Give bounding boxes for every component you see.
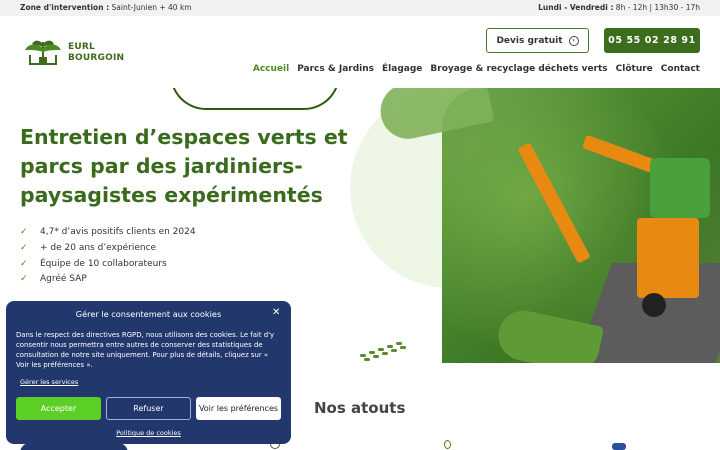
nav-item-elagage[interactable]: Élagage [382,64,422,74]
cookie-consent-modal: Gérer le consentement aux cookies ✕ Dans… [6,301,291,444]
check-text: + de 20 ans d’expérience [40,242,157,253]
logo-text: EURL BOURGOIN [68,42,124,64]
decorative-curve [170,88,340,110]
phone-number: 05 55 02 28 91 [608,35,696,46]
zone-value: Saint-Junien + 40 km [111,3,192,12]
machine-cab [650,158,710,218]
devis-button[interactable]: Devis gratuit › [486,28,589,53]
check-text: 4,7* d’avis positifs clients en 2024 [40,227,196,237]
hero-checklist: ✓ 4,7* d’avis positifs clients en 2024 ✓ +… [20,225,196,288]
close-icon[interactable]: ✕ [272,307,280,318]
preferences-button[interactable]: Voir les préférences [196,397,281,420]
main-nav: Accueil Parcs & Jardins Élagage Broyage … [253,64,700,74]
feature-icon-2 [444,440,451,449]
tree-logo-icon [25,40,61,65]
check-item: ✓ 4,7* d’avis positifs clients en 2024 [20,225,196,241]
devis-label: Devis gratuit [496,35,563,46]
refuse-button[interactable]: Refuser [106,397,191,420]
check-icon: ✓ [20,274,28,285]
hours-info: Lundi - Vendredi : 8h - 12h | 13h30 - 17… [538,0,700,16]
hero-title: Entretien d’espaces verts et parcs par d… [20,125,348,207]
check-text: Agréé SAP [40,274,87,285]
site-logo[interactable]: EURL BOURGOIN [22,38,124,68]
top-info-bar: Zone d'intervention : Saint-Junien + 40 … [0,0,720,16]
machine-wheel [642,293,666,317]
zone-label: Zone d'intervention : [20,3,110,12]
check-icon: ✓ [20,227,28,237]
check-item: ✓ + de 20 ans d’expérience [20,241,196,257]
decorative-dots [360,340,420,361]
phone-button[interactable]: 05 55 02 28 91 [604,28,700,53]
cookie-policy-link[interactable]: Politique de cookies [6,429,291,437]
machine-body [637,218,699,298]
atouts-title: Nos atouts [314,399,406,417]
nav-item-cloture[interactable]: Clôture [616,64,653,74]
nav-item-accueil[interactable]: Accueil [253,64,289,74]
hours-value: 8h - 12h | 13h30 - 17h [615,3,700,12]
logo-line2: BOURGOIN [68,53,125,63]
arrow-right-circle-icon: › [568,35,579,46]
chat-bubble-partial[interactable] [20,443,128,450]
check-text: Équipe de 10 collaborateurs [40,258,167,269]
logo-line1: EURL [68,42,95,52]
nav-item-parcs-jardins[interactable]: Parcs & Jardins [297,64,374,74]
manage-services-link[interactable]: Gérer les services [20,378,78,386]
check-icon: ✓ [20,258,28,269]
nav-item-broyage[interactable]: Broyage & recyclage déchets verts [430,64,607,74]
site-header: EURL BOURGOIN Devis gratuit › 05 55 02 2… [0,16,720,88]
hours-label: Lundi - Vendredi : [538,3,614,12]
zone-info: Zone d'intervention : Saint-Junien + 40 … [20,0,192,16]
check-icon: ✓ [20,242,28,253]
check-item: ✓ Équipe de 10 collaborateurs [20,257,196,273]
feature-icon-3 [612,443,626,450]
accept-button[interactable]: Accepter [16,397,101,420]
check-item: ✓ Agréé SAP [20,272,196,288]
cookie-body-text: Dans le respect des directives RGPD, nou… [16,331,275,369]
cookie-title: Gérer le consentement aux cookies [75,309,222,319]
nav-item-contact[interactable]: Contact [661,64,700,74]
